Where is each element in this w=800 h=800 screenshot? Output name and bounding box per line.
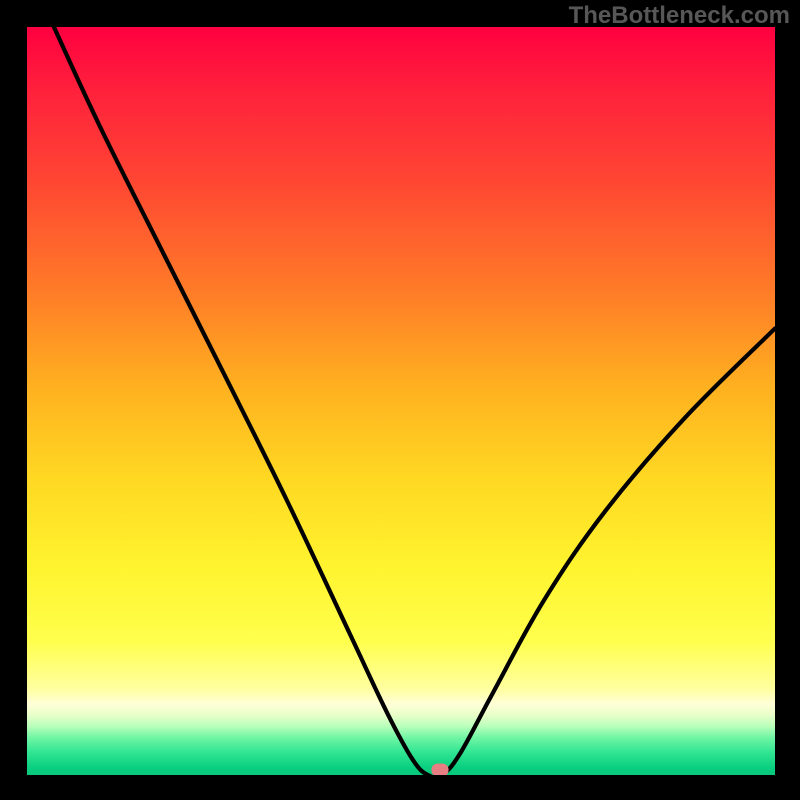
chart-frame: TheBottleneck.com — [0, 0, 800, 800]
plot-area — [27, 27, 775, 775]
current-point-marker — [431, 763, 448, 775]
bottleneck-curve — [27, 27, 775, 775]
watermark-text: TheBottleneck.com — [569, 2, 790, 30]
